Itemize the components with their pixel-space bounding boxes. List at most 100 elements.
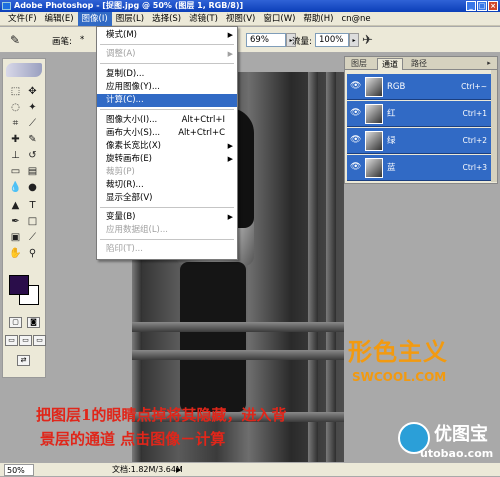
menu-file[interactable]: 文件(F) [4,12,41,26]
menu-filter[interactable]: 滤镜(T) [185,12,222,26]
shape-tool-icon[interactable]: □ [25,215,40,229]
status-bar: 50% 文档:1.82M/3.64M ▶ [0,462,500,476]
channel-row-red[interactable]: 👁 红 Ctrl+1 [347,101,493,127]
eye-icon[interactable]: 👁 [350,162,361,172]
channel-thumbnail [365,77,383,97]
menu-window[interactable]: 窗口(W) [259,12,299,26]
panel-scrollbar[interactable] [491,70,497,182]
menu-item-label: 图像大小(I)... [106,115,158,125]
eye-icon[interactable]: 👁 [350,108,361,118]
menu-image[interactable]: 图像(I) [77,11,112,26]
close-button[interactable]: × [488,1,498,11]
healing-brush-icon[interactable]: ✚ [8,133,23,147]
menu-layer[interactable]: 图层(L) [112,12,148,26]
menu-item-mode[interactable]: 模式(M) ▶ [97,29,237,42]
brush-tool-icon[interactable]: ✎ [10,33,24,47]
menu-item-label: 像素长宽比(X) [106,141,161,151]
slice-tool-icon[interactable]: ⟋ [25,117,40,131]
quickmask-mode-icon[interactable]: ◙ [27,317,40,328]
channel-row-rgb[interactable]: 👁 RGB Ctrl+~ [347,74,493,100]
eyedropper-icon[interactable]: ⟋ [25,231,40,245]
menu-separator [100,63,234,64]
status-menu-arrow-icon[interactable]: ▶ [176,463,181,477]
crop-tool-icon[interactable]: ⌗ [8,117,23,131]
type-tool-icon[interactable]: T [25,199,40,213]
brush-tool-icon[interactable]: ✎ [25,133,40,147]
eye-icon[interactable]: 👁 [350,135,361,145]
jump-to-imageready-icon[interactable]: ⇄ [17,355,30,366]
menu-item-label: 计算(C)... [106,95,144,105]
channel-row-blue[interactable]: 👁 蓝 Ctrl+3 [347,155,493,181]
menu-item-trim[interactable]: 裁切(R)... [97,179,237,192]
menu-item-label: 应用数据组(L)... [106,225,168,235]
channel-row-green[interactable]: 👁 绿 Ctrl+2 [347,128,493,154]
marquee-tool-icon[interactable]: ⬚ [8,85,23,99]
menu-select[interactable]: 选择(S) [148,12,185,26]
screen-mode-standard-icon[interactable]: ▭ [5,335,18,346]
canvas-rail [132,350,344,360]
menu-item-reveal-all[interactable]: 显示全部(V) [97,192,237,205]
menu-item-calculations[interactable]: 计算(C)... [97,94,237,107]
document-info: 文档:1.82M/3.64M [112,465,183,474]
menu-help[interactable]: 帮助(H) [299,12,337,26]
menu-online[interactable]: cn@ne [337,12,374,26]
screen-mode-full-menu-icon[interactable]: ▭ [19,335,32,346]
menu-item-label: 裁切(R)... [106,180,144,190]
channels-panel: 图层 通道 路径 ▸ 👁 RGB Ctrl+~ 👁 红 Ctrl+1 👁 绿 C… [344,56,498,184]
window-controls: _ □ × [466,1,498,11]
menu-item-rotate-canvas[interactable]: 旋转画布(E) ▶ [97,153,237,166]
canvas-rail [132,322,344,332]
path-select-icon[interactable]: ▲ [8,199,23,213]
gradient-tool-icon[interactable]: ▤ [25,165,40,179]
menu-item-duplicate[interactable]: 复制(D)... [97,68,237,81]
menu-item-image-size[interactable]: 图像大小(I)... Alt+Ctrl+I [97,114,237,127]
lasso-tool-icon[interactable]: ◌ [8,101,23,115]
channel-name: 红 [387,109,396,119]
flow-field[interactable]: 100% [315,33,349,47]
screen-mode-full-icon[interactable]: ▭ [33,335,46,346]
history-brush-icon[interactable]: ↺ [25,149,40,163]
opacity-field[interactable]: 69% [246,33,286,47]
airbrush-icon[interactable]: ✈ [362,33,373,48]
tab-layers[interactable]: 图层 [347,58,371,70]
eraser-tool-icon[interactable]: ▭ [8,165,23,179]
zoom-tool-icon[interactable]: ⚲ [25,247,40,261]
eye-icon[interactable]: 👁 [350,81,361,91]
panel-menu-icon[interactable]: ▸ [484,58,494,68]
menu-item-label: 陷印(T)... [106,244,143,254]
standard-mode-icon[interactable]: ▢ [9,317,22,328]
channel-name: RGB [387,82,406,92]
flow-arrow-icon[interactable]: ▸ [349,33,359,47]
foreground-color-swatch[interactable] [9,275,29,295]
menu-edit[interactable]: 编辑(E) [41,12,78,26]
magic-wand-icon[interactable]: ✦ [25,101,40,115]
zoom-field[interactable]: 50% [4,464,34,476]
menu-bar: 文件(F) 编辑(E) 图像(I) 图层(L) 选择(S) 滤镜(T) 视图(V… [0,11,500,26]
dodge-tool-icon[interactable]: ● [25,181,40,195]
hand-tool-icon[interactable]: ✋ [8,247,23,261]
menu-item-pixel-aspect[interactable]: 像素长宽比(X) ▶ [97,140,237,153]
stamp-tool-icon[interactable]: ⊥ [8,149,23,163]
tab-paths[interactable]: 路径 [407,58,431,70]
tab-channels[interactable]: 通道 [377,58,403,70]
brush-size[interactable]: * [80,35,84,45]
maximize-button[interactable]: □ [477,1,487,11]
move-tool-icon[interactable]: ✥ [25,85,40,99]
menu-view[interactable]: 视图(V) [222,12,259,26]
menu-separator [100,109,234,110]
blur-tool-icon[interactable]: 💧 [8,181,23,195]
options-bar: ✎ 画笔: * 69% ▸ 流量: 100% ▸ ✈ [0,27,500,53]
channel-shortcut: Ctrl+~ [461,82,487,91]
minimize-button[interactable]: _ [466,1,476,11]
menu-item-canvas-size[interactable]: 画布大小(S)... Alt+Ctrl+C [97,127,237,140]
notes-tool-icon[interactable]: ▣ [8,231,23,245]
pen-tool-icon[interactable]: ✒ [8,215,23,229]
channel-thumbnail [365,131,383,151]
menu-item-adjust: 调整(A) ▶ [97,48,237,61]
menu-item-label: 模式(M) [106,30,137,40]
channel-name: 绿 [387,136,396,146]
channel-shortcut: Ctrl+1 [462,109,487,118]
site-url-text: utobao.com [420,447,494,460]
menu-item-apply-image[interactable]: 应用图像(Y)... [97,81,237,94]
menu-item-variables[interactable]: 变量(B) ▶ [97,211,237,224]
